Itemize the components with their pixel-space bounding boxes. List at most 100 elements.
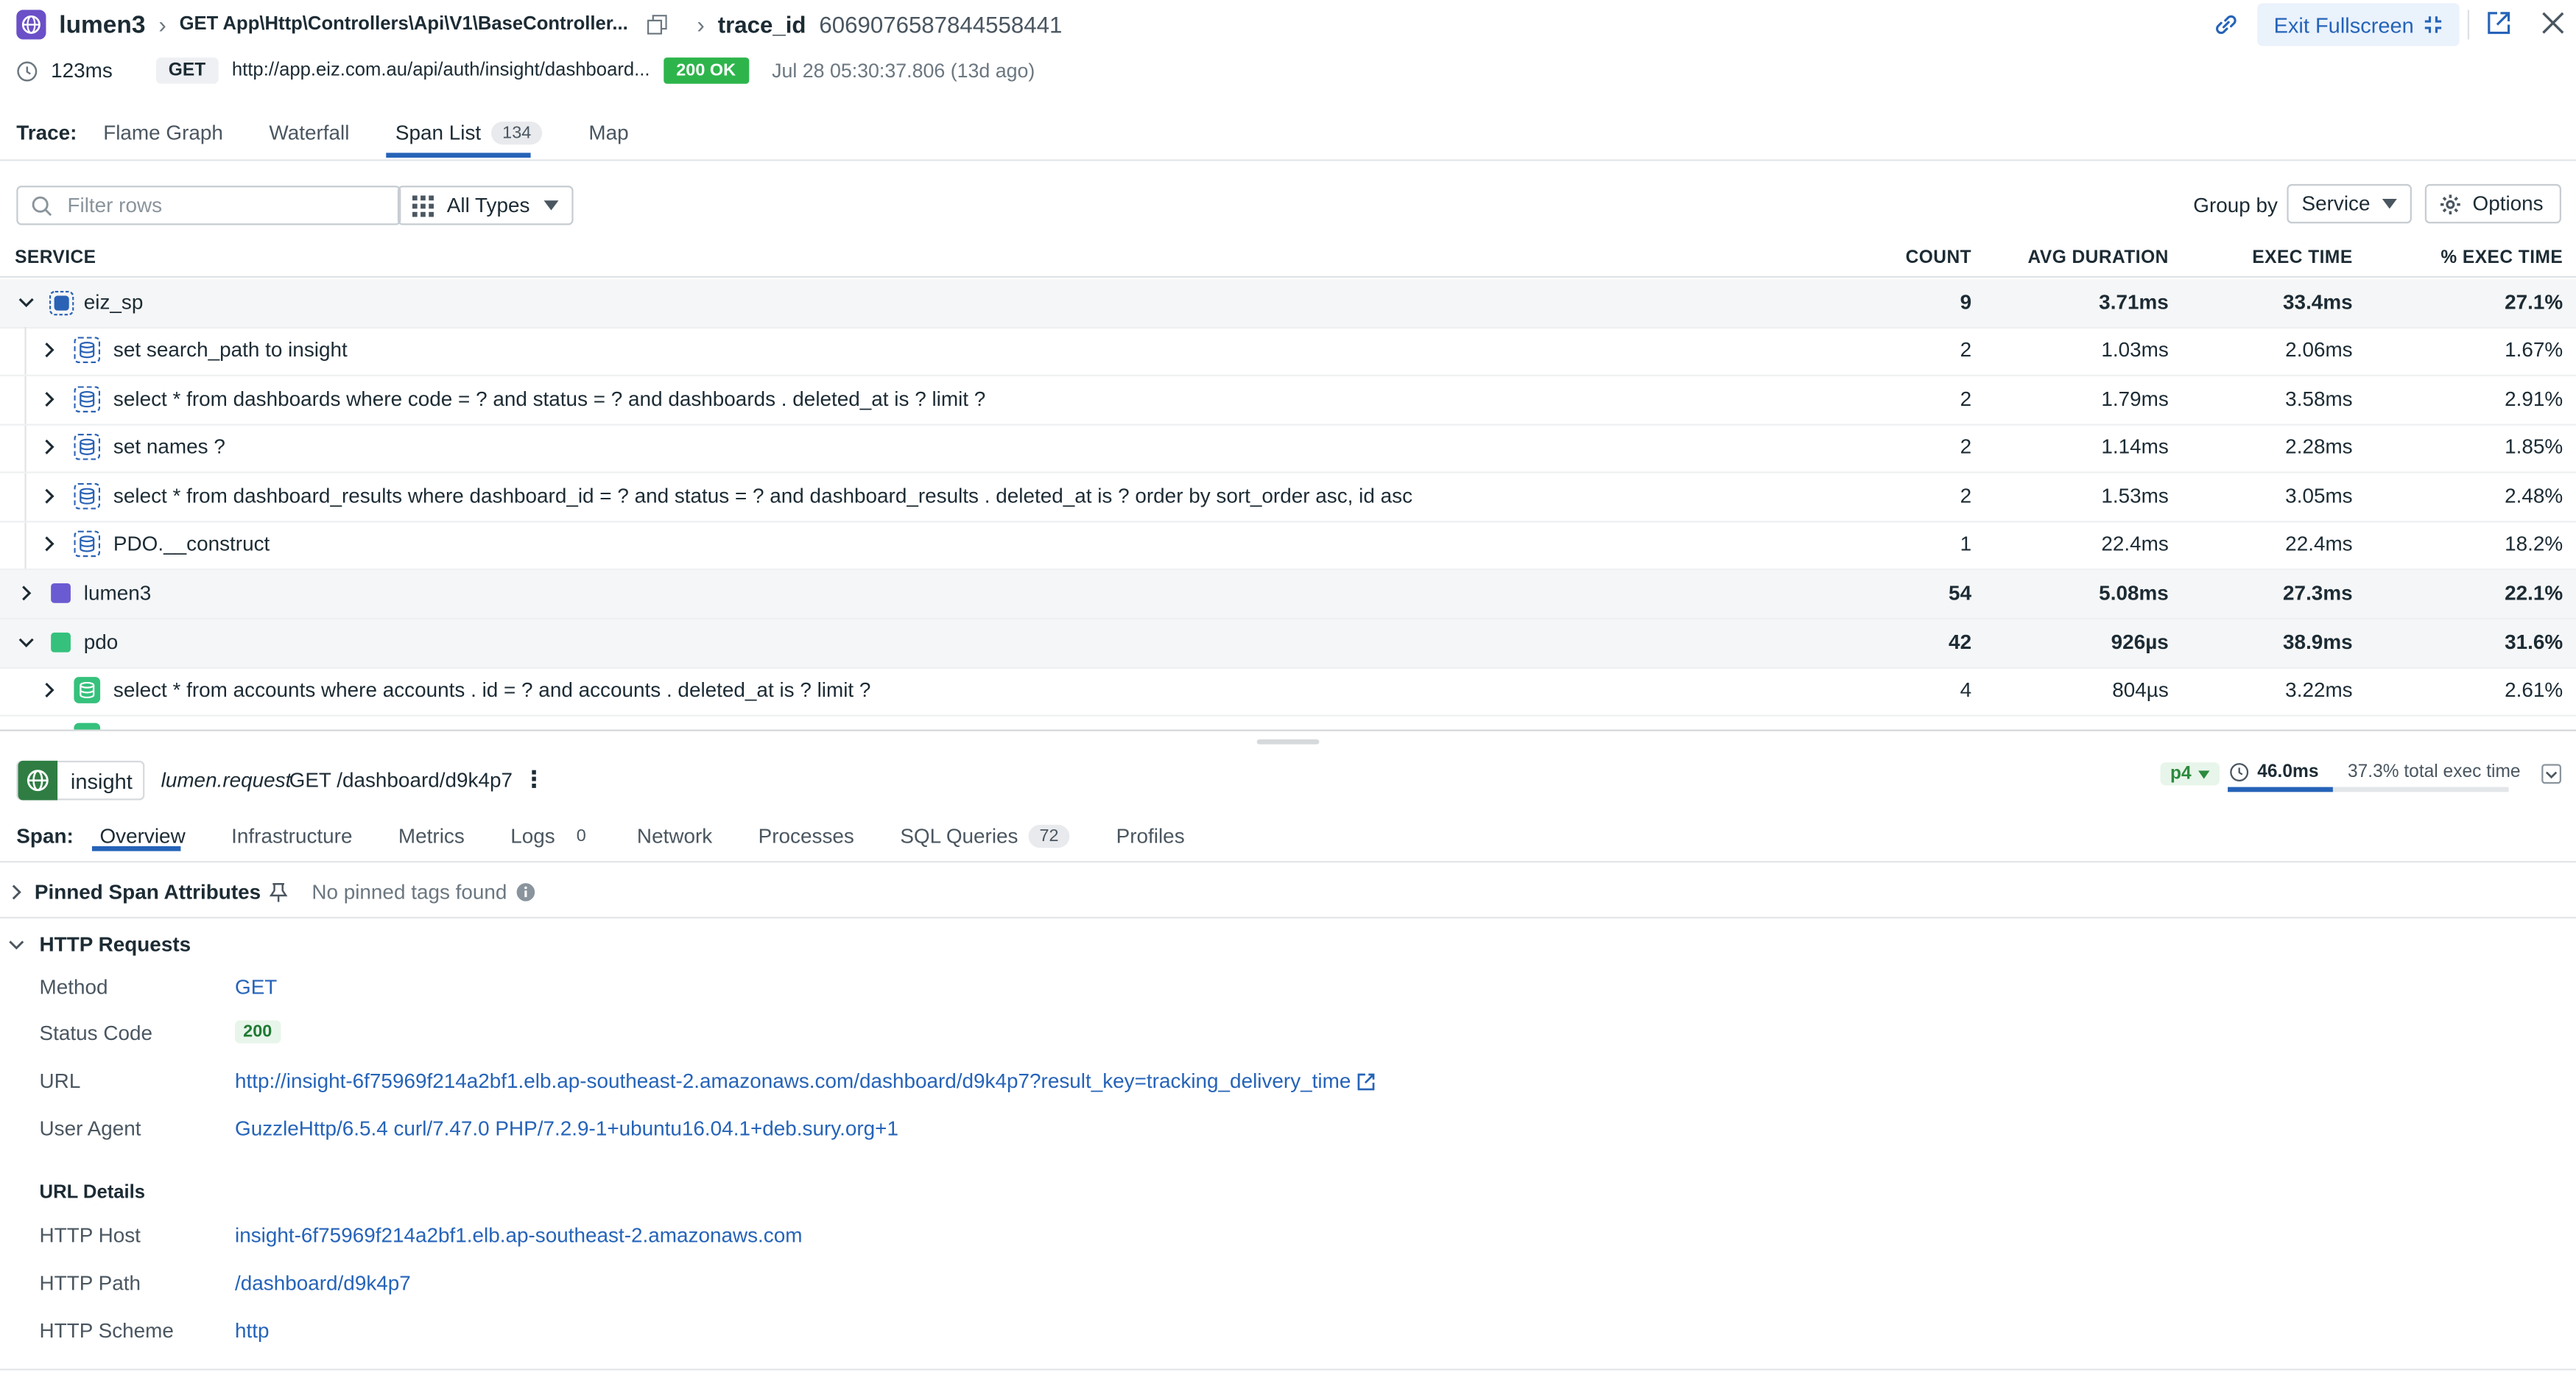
exit-fullscreen-label: Exit Fullscreen (2273, 12, 2414, 38)
drag-handle[interactable] (1256, 739, 1320, 745)
row-exec-time: 3.58ms (2285, 387, 2353, 411)
table-row[interactable]: select * from accounts where accounts . … (0, 667, 2576, 717)
http-requests-section[interactable]: HTTP Requests (8, 932, 191, 958)
exec-share-fill (2228, 787, 2333, 792)
column-header-avg-duration[interactable]: AVG DURATION (2028, 248, 2169, 268)
row-pct-exec-time: 31.6% (2505, 630, 2563, 654)
close-icon[interactable] (2541, 12, 2564, 35)
row-exec-time: 2.28ms (2285, 435, 2353, 459)
table-row[interactable]: select * from dashboard_results where da… (0, 473, 2576, 523)
table-row[interactable]: eiz_sp 9 3.71ms 33.4ms 27.1% (0, 279, 2576, 329)
tab-span-list[interactable]: Span List 134 (395, 122, 543, 145)
options-label: Options (2472, 192, 2544, 216)
row-exec-time: 3.05ms (2285, 485, 2353, 508)
trace-id[interactable]: 6069076587844558441 (819, 12, 1062, 38)
attr-value-url: http://insight-6f75969f214a2bf1.elb.ap-s… (235, 1069, 1351, 1093)
row-name: select * from accounts where accounts . … (113, 678, 871, 702)
table-row[interactable]: PDO.__construct 1 22.4ms 22.4ms 18.2% (0, 521, 2576, 571)
tab-overview[interactable]: Overview (99, 825, 185, 848)
column-header-count[interactable]: COUNT (1906, 248, 1971, 268)
group-by-label: Group by (2193, 194, 2278, 217)
chevron-right-icon[interactable] (41, 488, 57, 505)
row-avg-duration: 1.03ms (2101, 338, 2169, 362)
http-requests-title: HTTP Requests (39, 933, 191, 957)
attr-key-url: URL (39, 1069, 81, 1093)
tab-sql-queries[interactable]: SQL Queries 72 (900, 824, 1071, 848)
chevron-right-icon[interactable] (41, 439, 57, 455)
attr-value-status-code[interactable]: 200 (235, 1020, 281, 1044)
priority-badge: p4 (2160, 762, 2220, 786)
row-pct-exec-time: 22.1% (2505, 581, 2563, 605)
chevron-down-icon[interactable] (18, 294, 35, 310)
row-count: 42 (1949, 630, 1972, 654)
table-row[interactable]: pdo 42 926µs 38.9ms 31.6% (0, 619, 2576, 669)
attr-value-url-link[interactable]: http://insight-6f75969f214a2bf1.elb.ap-s… (235, 1069, 1376, 1093)
chevron-right-icon[interactable] (18, 585, 35, 601)
tab-infrastructure[interactable]: Infrastructure (231, 825, 352, 848)
pinned-attributes-section[interactable]: Pinned Span Attributes No pinned tags fo… (10, 879, 535, 906)
eiz-sp-service-icon (49, 290, 74, 316)
attr-value-method[interactable]: GET (235, 976, 277, 999)
tab-flame-graph[interactable]: Flame Graph (103, 122, 223, 144)
row-avg-duration: 804µs (2112, 678, 2169, 702)
attr-value-http-scheme[interactable]: http (235, 1319, 270, 1342)
priority-select[interactable]: p4 (2160, 762, 2220, 786)
row-name: select * from dashboards where code = ? … (113, 387, 986, 411)
chevron-right-icon[interactable] (41, 342, 57, 358)
attr-key-method: Method (39, 976, 108, 999)
tab-waterfall[interactable]: Waterfall (269, 122, 349, 144)
info-icon[interactable] (515, 882, 535, 902)
active-tab-indicator (386, 152, 531, 158)
globe-icon (18, 760, 58, 801)
row-pct-exec-time: 2.48% (2505, 485, 2563, 508)
collapse-panel-icon[interactable] (2541, 764, 2561, 784)
table-row[interactable]: set names ? 2 1.14ms 2.28ms 1.85% (0, 424, 2576, 474)
attr-value-user-agent[interactable]: GuzzleHttp/6.5.4 curl/7.47.0 PHP/7.2.9-1… (235, 1117, 898, 1140)
chevron-right-icon[interactable] (41, 682, 57, 698)
tab-map[interactable]: Map (588, 122, 628, 144)
chevron-right-icon[interactable] (41, 535, 57, 552)
row-avg-duration: 3.71ms (2099, 290, 2169, 314)
tab-network[interactable]: Network (637, 825, 712, 848)
service-name[interactable]: lumen3 (59, 11, 145, 39)
filter-input[interactable]: Filter rows (16, 186, 401, 225)
attr-value-http-path[interactable]: /dashboard/d9k4p7 (235, 1272, 411, 1295)
row-avg-duration: 926µs (2111, 630, 2169, 654)
exit-fullscreen-button[interactable]: Exit Fullscreen (2257, 3, 2460, 46)
trace-tabs-label: Trace: (16, 122, 77, 145)
chevron-right-icon: › (697, 11, 705, 38)
tab-logs[interactable]: Logs 0 (510, 824, 598, 848)
attr-key-http-scheme: HTTP Scheme (39, 1319, 174, 1343)
column-header-exec-time[interactable]: EXEC TIME (2252, 248, 2352, 268)
attr-value-http-host[interactable]: insight-6f75969f214a2bf1.elb.ap-southeas… (235, 1224, 802, 1247)
panel-splitter[interactable] (0, 729, 2576, 731)
tab-processes[interactable]: Processes (759, 825, 854, 848)
database-icon (74, 433, 101, 460)
chevron-right-icon[interactable] (41, 391, 57, 407)
tab-metrics[interactable]: Metrics (398, 825, 465, 848)
group-by-select[interactable]: Service (2287, 183, 2412, 224)
options-button[interactable]: Options (2424, 183, 2561, 224)
attr-key-user-agent: User Agent (39, 1117, 141, 1141)
type-select[interactable]: All Types (397, 186, 574, 225)
open-new-window-icon[interactable] (2488, 12, 2510, 35)
tab-profiles[interactable]: Profiles (1116, 825, 1185, 848)
span-resource[interactable]: GET /dashboard/d9k4p7 (289, 769, 513, 792)
column-header-pct-exec-time[interactable]: % EXEC TIME (2440, 248, 2563, 268)
row-count: 1 (1960, 532, 1972, 556)
resource-name[interactable]: GET App\Http\Controllers\Api\V1\BaseCont… (180, 15, 628, 35)
table-row[interactable]: set search_path to insight 2 1.03ms 2.06… (0, 327, 2576, 376)
link-icon[interactable] (2213, 12, 2239, 38)
request-url[interactable]: http://app.eiz.com.au/api/auth/insight/d… (232, 61, 650, 81)
database-icon (74, 386, 101, 412)
column-header-service[interactable]: SERVICE (15, 248, 96, 268)
table-row[interactable]: select * from dashboards where code = ? … (0, 376, 2576, 426)
chevron-down-icon[interactable] (18, 634, 35, 650)
span-service-chip[interactable]: insight (16, 760, 144, 801)
table-row[interactable]: lumen3 54 5.08ms 27.3ms 22.1% (0, 570, 2576, 620)
more-vertical-icon[interactable]: ⋮ (522, 766, 545, 794)
row-exec-time: 33.4ms (2283, 290, 2353, 314)
pdo-service-icon (51, 632, 71, 653)
row-exec-time: 3.22ms (2285, 678, 2353, 702)
copy-icon[interactable] (647, 15, 668, 35)
